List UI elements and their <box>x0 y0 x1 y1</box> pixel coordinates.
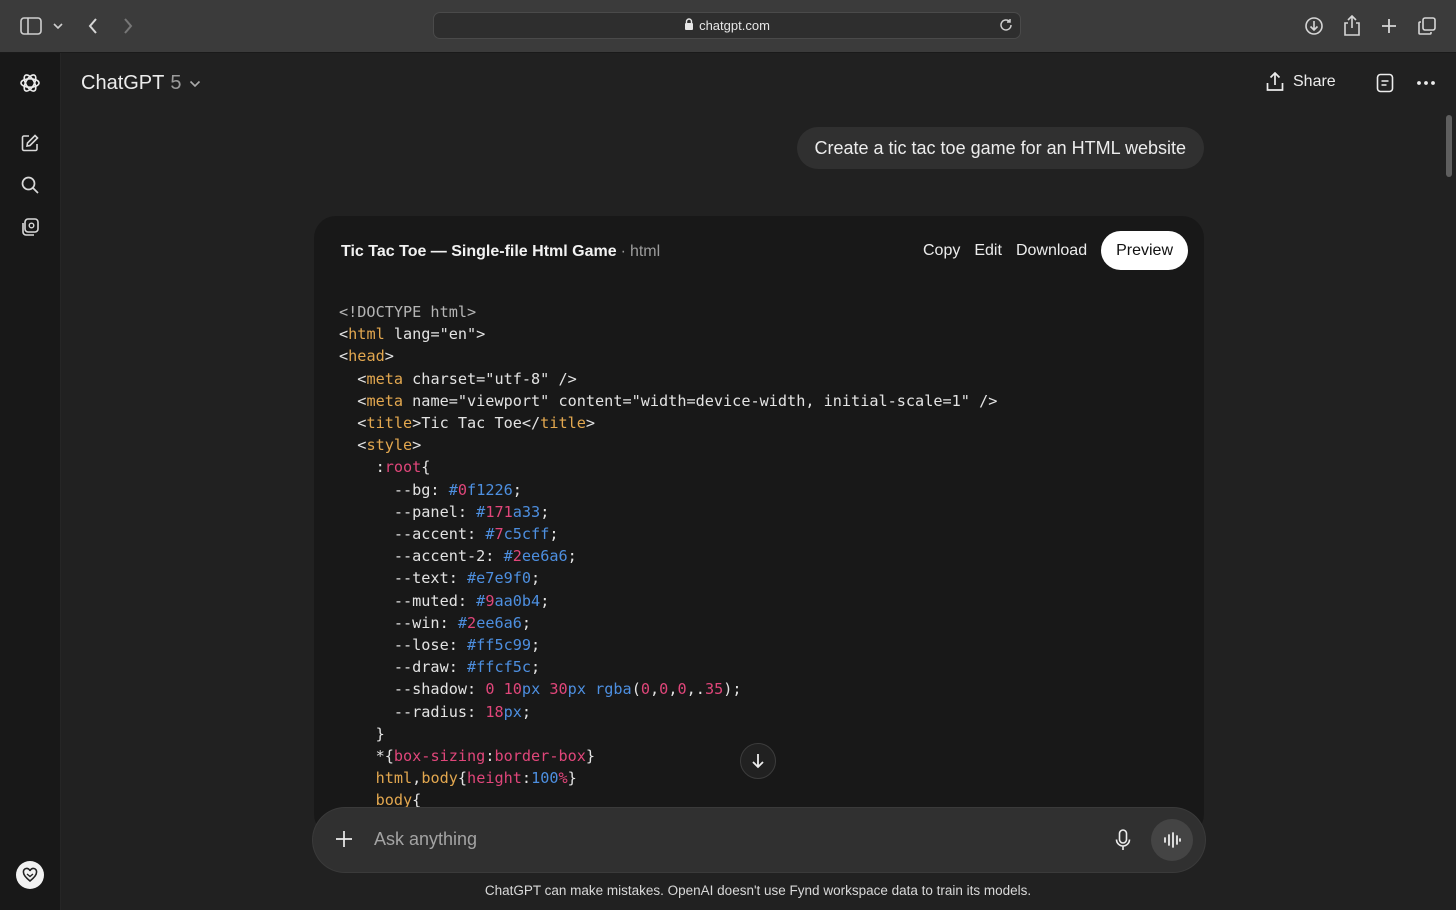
chevron-down-icon <box>189 80 201 88</box>
canvas-language: html <box>629 243 661 260</box>
voice-mode-button[interactable] <box>1151 819 1193 861</box>
canvas-title: Tic Tac Toe — Single-file Html Game <box>341 243 617 260</box>
canvas-icon[interactable] <box>1374 72 1396 94</box>
download-button[interactable]: Download <box>1016 242 1087 260</box>
reload-icon[interactable] <box>998 17 1014 36</box>
model-selector[interactable]: ChatGPT 5 <box>81 72 201 95</box>
share-button[interactable]: Share <box>1266 72 1336 92</box>
plus-icon[interactable] <box>1377 14 1401 38</box>
composer: Ask anything <box>313 808 1205 872</box>
microphone-icon[interactable] <box>1112 828 1134 857</box>
model-name: ChatGPT <box>81 72 165 94</box>
scroll-down-button[interactable] <box>740 743 776 779</box>
code-block[interactable]: <!DOCTYPE html> <html lang="en"> <head> … <box>339 301 997 812</box>
waveform-icon <box>1164 832 1181 848</box>
message-input[interactable]: Ask anything <box>374 829 477 850</box>
library-icon[interactable] <box>18 215 42 239</box>
browser-toolbar: chatgpt.com <box>0 0 1456 53</box>
chevron-right-icon[interactable] <box>116 14 140 38</box>
url-text: chatgpt.com <box>699 18 770 33</box>
search-icon[interactable] <box>18 173 42 197</box>
sidebar-rail <box>0 53 61 910</box>
canvas-actions: Copy Edit Download Preview <box>923 231 1188 270</box>
arrow-down-icon <box>752 754 764 769</box>
openai-logo-icon[interactable] <box>18 71 42 95</box>
sidebar-icon[interactable] <box>19 14 43 38</box>
download-icon[interactable] <box>1302 14 1326 38</box>
more-icon[interactable] <box>1415 72 1437 94</box>
preview-button[interactable]: Preview <box>1101 231 1188 270</box>
user-message: Create a tic tac toe game for an HTML we… <box>796 127 1204 169</box>
chevron-down-icon[interactable] <box>48 14 68 38</box>
edit-icon[interactable] <box>18 131 42 155</box>
scrollbar-thumb[interactable] <box>1446 115 1452 177</box>
tabs-icon[interactable] <box>1415 14 1439 38</box>
upload-icon <box>1266 72 1284 91</box>
chevron-left-icon[interactable] <box>81 14 105 38</box>
footer-disclaimer: ChatGPT can make mistakes. OpenAI doesn'… <box>484 883 1032 898</box>
edit-button[interactable]: Edit <box>974 242 1002 260</box>
canvas-header: Tic Tac Toe — Single-file Html Game · ht… <box>341 242 660 262</box>
share-label: Share <box>1293 73 1336 90</box>
address-bar[interactable]: chatgpt.com <box>433 12 1021 39</box>
copy-button[interactable]: Copy <box>923 242 960 260</box>
title-separator: · <box>620 243 626 260</box>
model-version: 5 <box>170 72 182 94</box>
lock-icon <box>684 18 694 33</box>
share-icon[interactable] <box>1340 14 1364 38</box>
plus-icon[interactable] <box>333 828 355 855</box>
